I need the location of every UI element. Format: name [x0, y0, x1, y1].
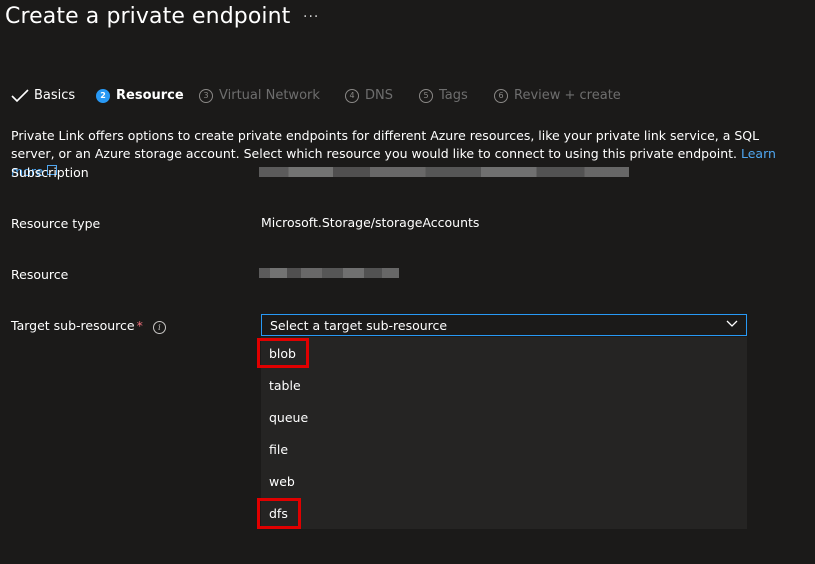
option-dfs[interactable]: dfs [261, 497, 747, 529]
description-text: Private Link offers options to create pr… [11, 128, 760, 161]
step-number-icon: 3 [199, 88, 213, 103]
checkmark-icon [11, 88, 29, 102]
required-indicator: * [136, 318, 143, 333]
subscription-value-redacted [259, 167, 629, 177]
tab-label: Review + create [514, 88, 621, 103]
target-sub-resource-select[interactable]: Select a target sub-resource [261, 314, 747, 336]
target-label-text: Target sub-resource [11, 318, 135, 333]
resource-value-redacted [259, 268, 399, 278]
highlight-box-blob [257, 338, 309, 368]
option-blob[interactable]: blob [261, 337, 747, 369]
tab-label: Tags [439, 88, 468, 103]
option-table[interactable]: table [261, 369, 747, 401]
step-number-icon: 6 [494, 88, 508, 103]
step-number-icon: 4 [345, 88, 359, 103]
more-options-button[interactable]: ··· [303, 9, 319, 25]
tab-review-create[interactable]: 6 Review + create [494, 88, 621, 103]
info-icon[interactable]: i [152, 321, 166, 334]
step-number-icon: 5 [419, 88, 433, 103]
resource-label: Resource [11, 267, 69, 282]
tab-label: Basics [34, 88, 76, 103]
tab-virtual-network[interactable]: 3 Virtual Network [199, 88, 320, 103]
tab-tags[interactable]: 5 Tags [419, 88, 468, 103]
option-queue[interactable]: queue [261, 401, 747, 433]
resource-type-label: Resource type [11, 216, 101, 231]
subscription-label: Subscription [11, 165, 89, 180]
step-number-icon: 2 [96, 88, 110, 103]
option-web[interactable]: web [261, 465, 747, 497]
tab-label: DNS [365, 88, 393, 103]
option-file[interactable]: file [261, 433, 747, 465]
chevron-down-icon [726, 320, 738, 327]
tab-basics[interactable]: Basics [11, 88, 75, 103]
target-sub-resource-label: Target sub-resource * i [11, 318, 166, 334]
highlight-box-dfs [257, 498, 301, 529]
tab-label: Virtual Network [219, 88, 320, 103]
select-placeholder: Select a target sub-resource [270, 317, 448, 333]
tab-resource[interactable]: 2 Resource [96, 88, 184, 103]
tab-label: Resource [116, 88, 184, 103]
page-title: Create a private endpoint [5, 4, 291, 29]
tab-dns[interactable]: 4 DNS [345, 88, 393, 103]
resource-type-value: Microsoft.Storage/storageAccounts [261, 215, 480, 230]
sub-resource-dropdown: blob table queue file web dfs [261, 337, 747, 529]
